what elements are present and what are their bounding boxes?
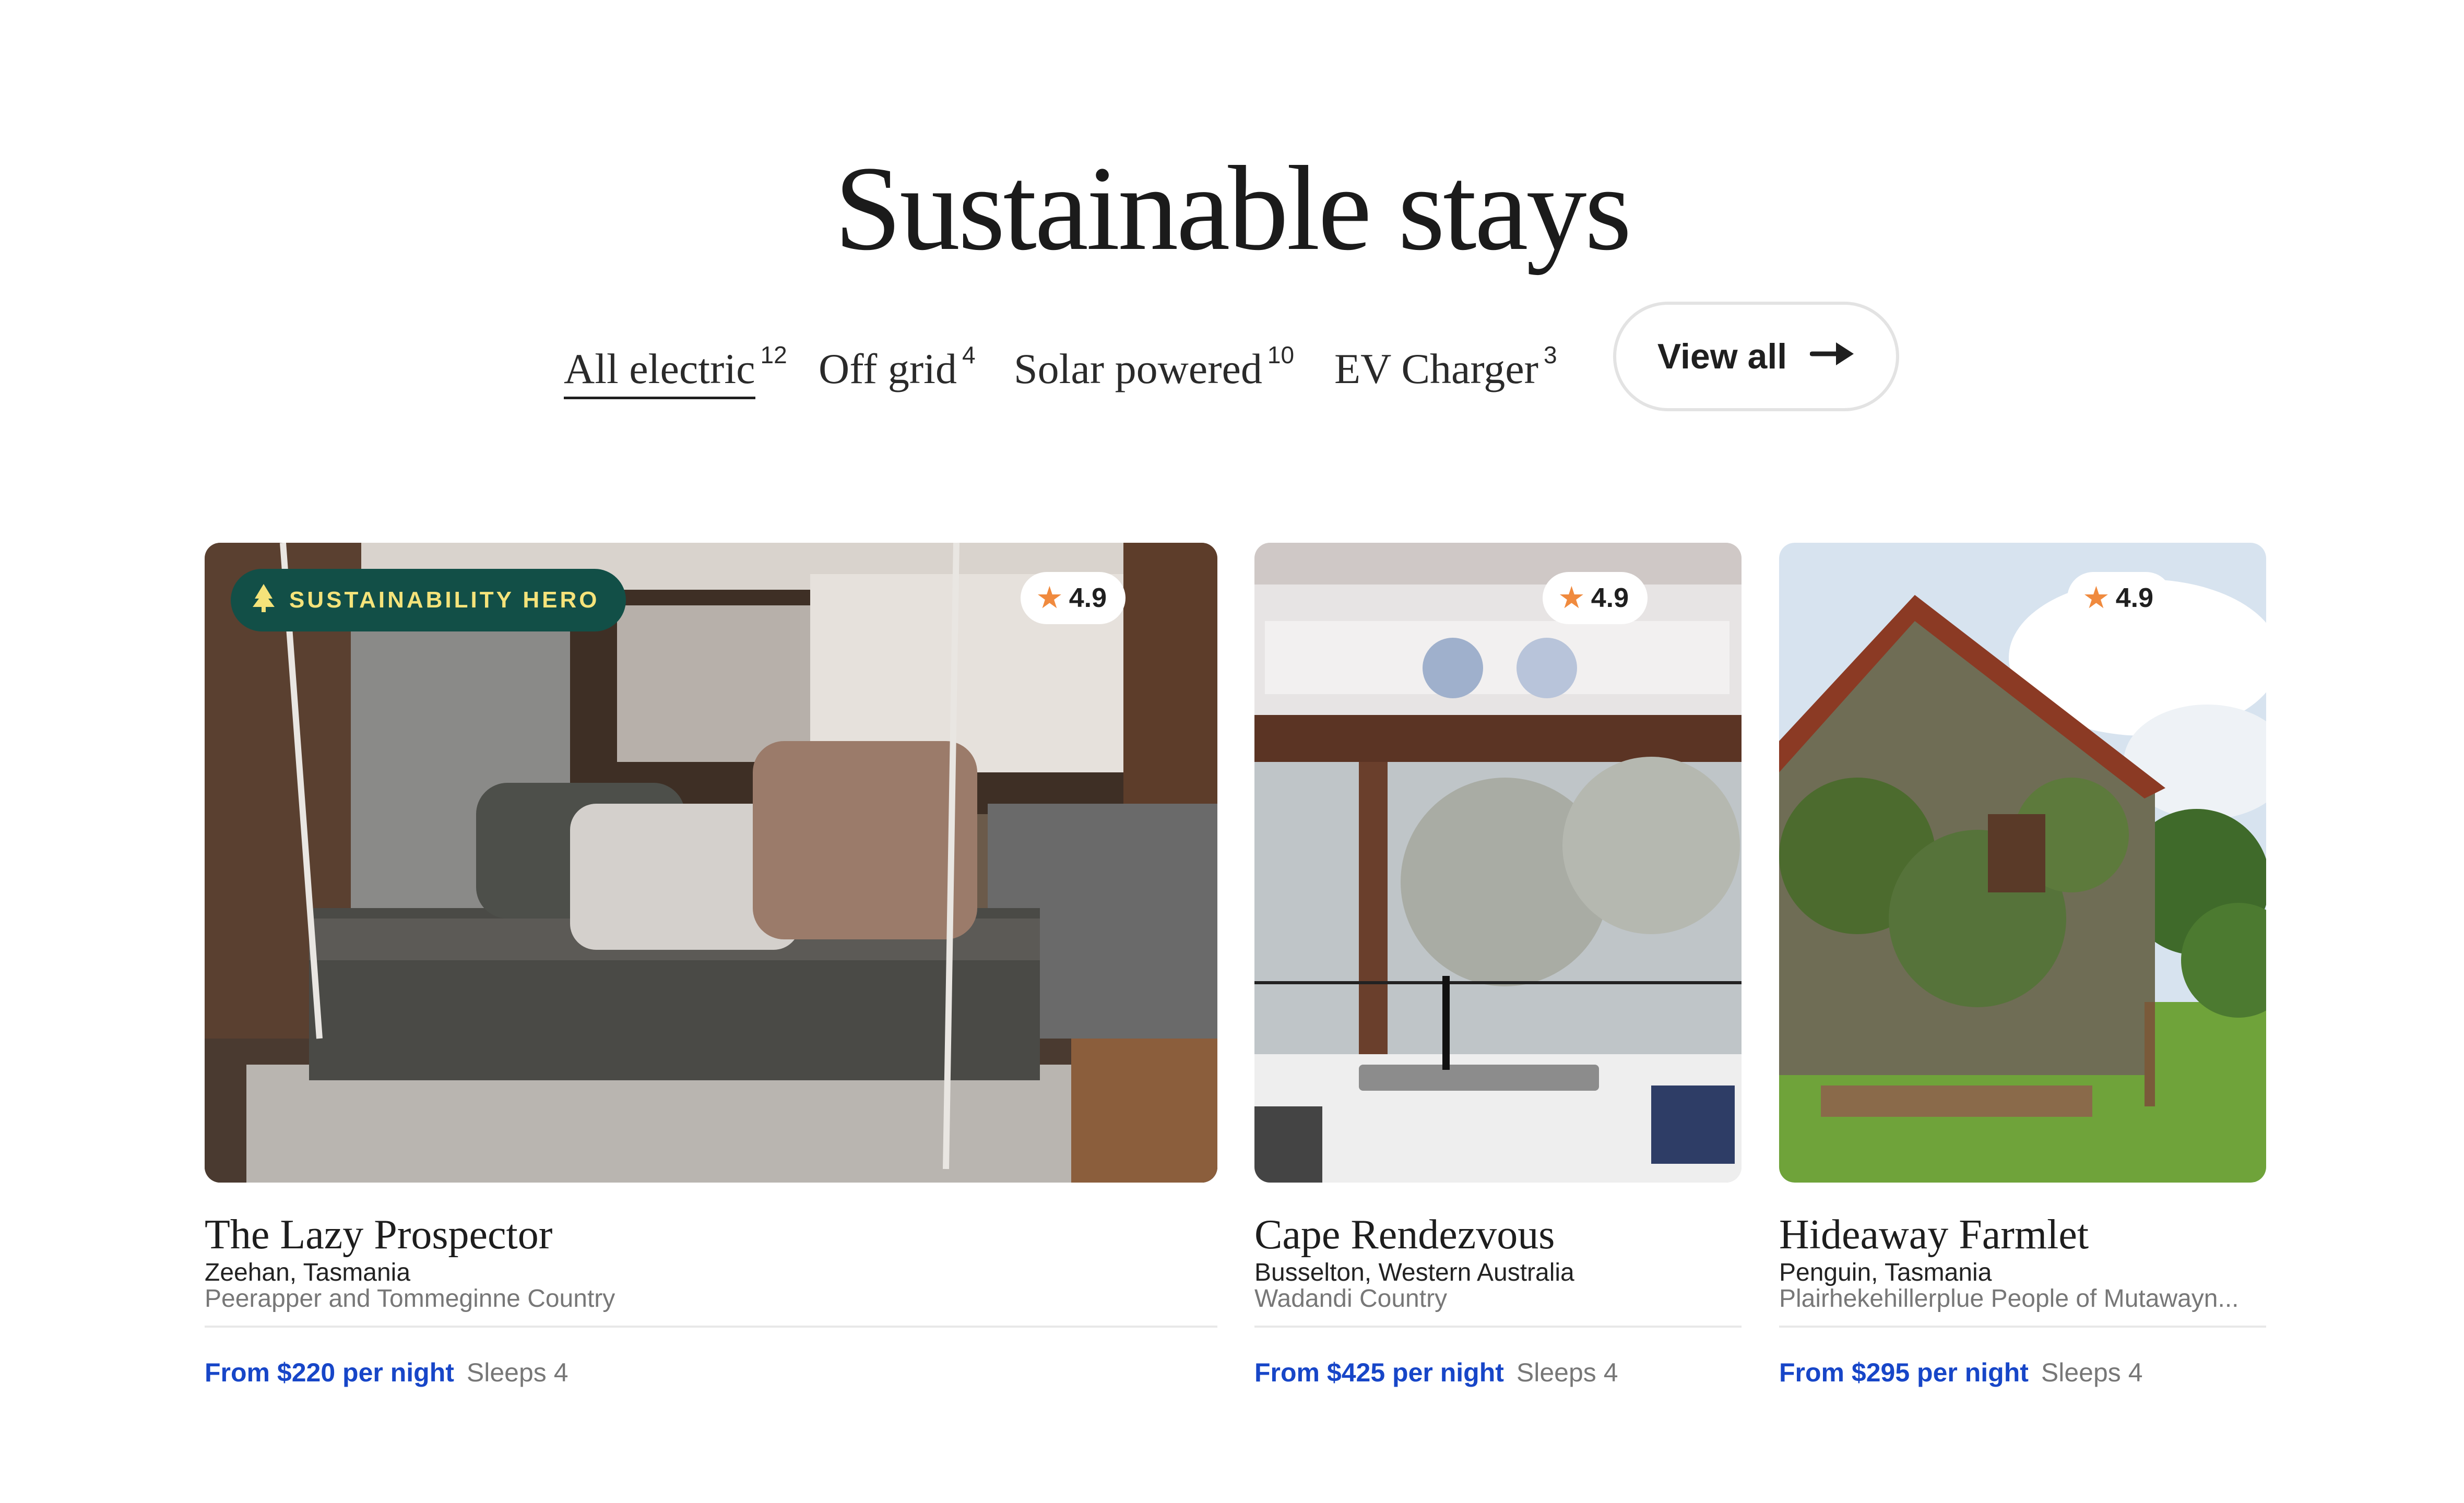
tab-count: 12 [760, 341, 787, 368]
filter-tabs: All electric 12 Off grid 4 Solar powered 10… [0, 297, 2464, 423]
rating-value: 4.9 [2115, 583, 2153, 613]
rating-value: 4.9 [1069, 583, 1107, 613]
tab-count: 10 [1267, 341, 1295, 368]
listing-location: Penguin, Tasmania [1779, 1259, 1992, 1286]
listing-photo[interactable]: SUSTAINABILITY HERO ★ 4.9 [205, 543, 1217, 1183]
divider [1254, 1326, 1742, 1328]
tree-icon [252, 583, 276, 618]
rating-badge: ★ 4.9 [1021, 572, 1126, 624]
sleeps: Sleeps 4 [2041, 1358, 2143, 1387]
kitchen-view-photo [1254, 543, 1742, 1183]
rating-badge: ★ 4.9 [1543, 572, 1648, 624]
arrow-right-icon [1809, 336, 1855, 377]
sleeps: Sleeps 4 [1516, 1358, 1618, 1387]
listing-name[interactable]: The Lazy Prospector [205, 1210, 1217, 1260]
rating-value: 4.9 [1591, 583, 1629, 613]
price-row: From $295 per night Sleeps 4 [1779, 1357, 2266, 1388]
tab-count: 3 [1543, 341, 1557, 368]
sustainability-hero-badge: SUSTAINABILITY HERO [231, 569, 626, 631]
price: From $220 per night [205, 1358, 454, 1387]
price: From $425 per night [1254, 1358, 1504, 1387]
star-icon: ★ [1037, 583, 1062, 613]
porch-swing-photo [205, 543, 1217, 1183]
ivy-cottage-photo [1779, 543, 2266, 1183]
view-all-button[interactable]: View all [1613, 302, 1899, 411]
badge-label: SUSTAINABILITY HERO [289, 587, 600, 613]
sleeps: Sleeps 4 [466, 1358, 568, 1387]
listing-location: Busselton, Western Australia [1254, 1259, 1574, 1286]
price: From $295 per night [1779, 1358, 2029, 1387]
listing-card[interactable]: ★ 4.9 Hideaway Farmlet Penguin, Tasmania… [1779, 543, 2266, 1388]
listing-location: Zeehan, Tasmania [205, 1259, 411, 1286]
divider [1779, 1326, 2266, 1328]
listing-country: Peerapper and Tommeginne Country [205, 1286, 615, 1312]
listing-photo[interactable]: ★ 4.9 [1254, 543, 1742, 1183]
tab-ev-charger[interactable]: EV Charger 3 [1334, 329, 1557, 395]
tab-count: 4 [962, 341, 976, 368]
divider [205, 1326, 1217, 1328]
star-icon: ★ [2084, 583, 2108, 613]
tab-label: EV Charger [1334, 345, 1538, 392]
tab-label: Off grid [819, 345, 957, 392]
listing-card[interactable]: SUSTAINABILITY HERO ★ 4.9 The Lazy Prosp… [205, 543, 1217, 1388]
tab-solar-powered[interactable]: Solar powered 10 [1014, 329, 1294, 395]
listing-name[interactable]: Cape Rendezvous [1254, 1210, 1742, 1260]
rating-badge: ★ 4.9 [2067, 572, 2172, 624]
price-row: From $425 per night Sleeps 4 [1254, 1357, 1742, 1388]
price-row: From $220 per night Sleeps 4 [205, 1357, 1217, 1388]
star-icon: ★ [1559, 583, 1584, 613]
listing-photo[interactable]: ★ 4.9 [1779, 543, 2266, 1183]
tab-all-electric[interactable]: All electric 12 [564, 329, 787, 399]
listing-country: Wadandi Country [1254, 1286, 1448, 1312]
tab-label: Solar powered [1014, 345, 1262, 392]
listing-card[interactable]: ★ 4.9 Cape Rendezvous Busselton, Western… [1254, 543, 1742, 1388]
listing-name[interactable]: Hideaway Farmlet [1779, 1210, 2266, 1260]
tab-off-grid[interactable]: Off grid 4 [819, 329, 976, 395]
view-all-label: View all [1657, 337, 1787, 376]
section-title: Sustainable stays [834, 141, 1632, 276]
listing-country: Plairhekehillerplue People of Mutawayn..… [1779, 1286, 2239, 1312]
tab-label: All electric [564, 345, 755, 399]
